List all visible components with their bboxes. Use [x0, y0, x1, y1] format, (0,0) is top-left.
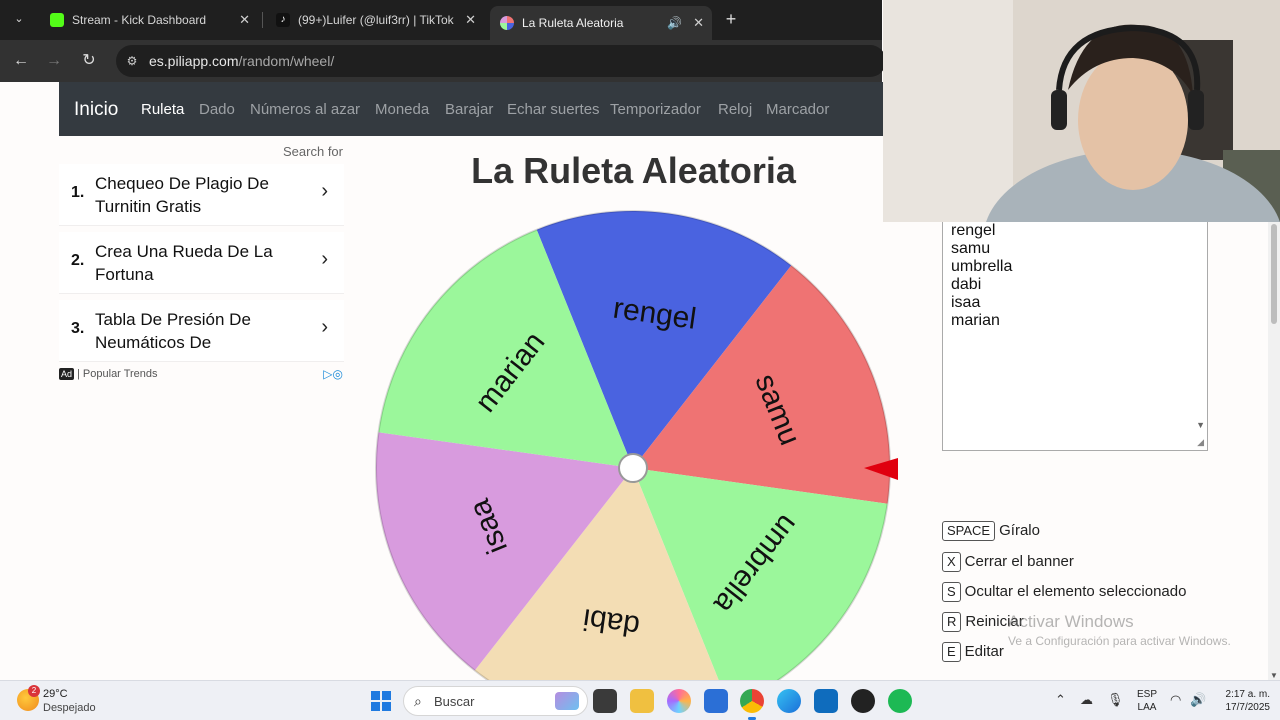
scroll-down-arrow-icon[interactable]: ▼: [1270, 671, 1278, 680]
obs-icon[interactable]: [851, 689, 875, 713]
new-tab-button[interactable]: +: [720, 8, 742, 30]
speaker-icon[interactable]: 🔊: [667, 9, 682, 37]
tab-tiktok[interactable]: ♪ (99+)Luifer (@luif3rr) | TikTok ✕: [266, 6, 484, 34]
close-tab-icon[interactable]: ✕: [465, 6, 476, 34]
taskbar: 2 29°C Despejado ⌕ Buscar ⌃ ☁ 🎙 ESP LAA ◠…: [0, 680, 1280, 720]
back-arrow-icon[interactable]: ←: [10, 50, 32, 72]
taskbar-clock[interactable]: 2:17 a. m. 17/7/2025: [1214, 688, 1271, 714]
tab-search-menu-icon[interactable]: ⌄: [8, 8, 30, 30]
search-highlight-icon: [555, 692, 579, 710]
address-bar[interactable]: ⚙ es.piliapp.com/random/wheel/: [116, 45, 886, 77]
entry-line: isaa: [951, 294, 981, 311]
show-hidden-icons-icon[interactable]: ⌃: [1055, 692, 1066, 708]
shortcut-spin: SPACE Gíralo: [942, 521, 1040, 543]
url-text[interactable]: es.piliapp.com/random/wheel/: [149, 53, 334, 69]
nav-item-temporizador[interactable]: Temporizador: [610, 101, 701, 118]
edge-icon[interactable]: [777, 689, 801, 713]
tab-la-ruleta-aleatoria[interactable]: La Ruleta Aleatoria 🔊 ✕: [490, 6, 712, 40]
shortcut-hide-selected: S Ocultar el elemento seleccionado: [942, 582, 1186, 604]
task-view-icon[interactable]: [593, 689, 617, 713]
tab-label: (99+)Luifer (@luif3rr) | TikTok: [298, 13, 454, 27]
nav-item-numeros-al-azar[interactable]: Números al azar: [250, 101, 360, 118]
nav-item-echar-suertes[interactable]: Echar suertes: [507, 101, 600, 118]
resize-grip-icon[interactable]: ◢: [1197, 437, 1204, 448]
chrome-icon[interactable]: [740, 689, 764, 720]
forward-arrow-icon[interactable]: →: [43, 50, 65, 72]
tab-label: La Ruleta Aleatoria: [522, 16, 624, 30]
reload-icon[interactable]: ↻: [78, 50, 100, 72]
onedrive-icon[interactable]: ☁: [1080, 692, 1093, 708]
file-explorer-icon[interactable]: [630, 689, 654, 713]
ad-search-for-label: Search for: [283, 144, 343, 159]
chevron-right-icon: ›: [321, 180, 328, 202]
kick-icon: [50, 13, 64, 27]
site-navbar: Inicio Ruleta Dado Números al azar Moned…: [59, 82, 883, 136]
microphone-icon[interactable]: 🎙: [1107, 692, 1124, 708]
nav-brand-inicio[interactable]: Inicio: [74, 99, 118, 121]
windows-start-icon[interactable]: [371, 691, 391, 711]
page-scrollbar[interactable]: ▼: [1268, 222, 1280, 682]
entry-line: rengel: [951, 222, 996, 239]
spotify-icon[interactable]: [888, 689, 912, 713]
ad-item[interactable]: 2. Crea Una Rueda De La Fortuna ›: [59, 232, 344, 294]
ad-block: Search for 1. Chequeo De Plagio De Turni…: [59, 136, 349, 388]
activation-watermark: Activar Windows: [1008, 612, 1134, 631]
adchoices-icon[interactable]: ▷◎: [323, 367, 343, 381]
language-indicator[interactable]: ESP LAA: [1137, 688, 1157, 714]
close-tab-icon[interactable]: ✕: [239, 6, 250, 34]
site-info-icon[interactable]: ⚙: [124, 53, 140, 69]
page-title: La Ruleta Aleatoria: [471, 150, 796, 191]
entry-line: samu: [951, 240, 991, 257]
wifi-icon[interactable]: ◠: [1170, 692, 1181, 708]
tiktok-icon: ♪: [276, 13, 290, 27]
microsoft-store-icon[interactable]: [704, 689, 728, 713]
tab-label: Stream - Kick Dashboard: [72, 13, 207, 27]
outlook-icon[interactable]: [814, 689, 838, 713]
webcam-overlay: [883, 0, 1280, 222]
nav-item-moneda[interactable]: Moneda: [375, 101, 429, 118]
ad-footer[interactable]: Ad | Popular Trends: [59, 368, 158, 380]
wheel-hub[interactable]: [618, 453, 648, 483]
scrollbar-thumb[interactable]: [1271, 224, 1277, 324]
weather-temperature[interactable]: 29°C: [43, 688, 68, 700]
scroll-down-arrow-icon[interactable]: ▼: [1196, 420, 1205, 430]
copilot-icon[interactable]: [667, 689, 691, 713]
roulette-wheel[interactable]: rengelsamuumbrelladabiisaamarian: [360, 200, 920, 680]
entry-line: dabi: [951, 276, 982, 293]
tab-kick-dashboard[interactable]: Stream - Kick Dashboard ✕: [40, 6, 258, 34]
nav-item-ruleta[interactable]: Ruleta: [141, 101, 184, 118]
nav-item-barajar[interactable]: Barajar: [445, 101, 493, 118]
activation-watermark-subtitle: Ve a Configuración para activar Windows.: [1008, 634, 1231, 648]
volume-icon[interactable]: 🔊: [1190, 692, 1206, 708]
nav-item-marcador[interactable]: Marcador: [766, 101, 829, 118]
weather-badge: 2: [28, 685, 40, 697]
chevron-right-icon: ›: [321, 316, 328, 338]
nav-item-reloj[interactable]: Reloj: [718, 101, 752, 118]
ad-item[interactable]: 3. Tabla De Presión De Neumáticos De ›: [59, 300, 344, 362]
chevron-right-icon: ›: [321, 248, 328, 270]
shortcut-edit: E Editar: [942, 642, 1004, 664]
close-tab-icon[interactable]: ✕: [693, 9, 704, 37]
taskbar-search[interactable]: ⌕ Buscar: [403, 686, 588, 716]
entries-textarea[interactable]: rengel samu umbrella dabi isaa marian ▼ …: [942, 222, 1208, 451]
browser-toolbar: ← → ↻ ⚙ es.piliapp.com/random/wheel/: [0, 40, 886, 82]
browser-tab-strip: ⌄ Stream - Kick Dashboard ✕ ♪ (99+)Luife…: [0, 0, 882, 40]
weather-condition[interactable]: Despejado: [43, 702, 96, 714]
ad-item[interactable]: 1. Chequeo De Plagio De Turnitin Gratis …: [59, 164, 344, 226]
wheel-icon: [500, 16, 514, 30]
search-icon: ⌕: [414, 693, 422, 709]
entry-line: marian: [951, 312, 1000, 329]
entry-line: umbrella: [951, 258, 1013, 275]
shortcut-close-banner: X Cerrar el banner: [942, 552, 1074, 574]
nav-item-dado[interactable]: Dado: [199, 101, 235, 118]
